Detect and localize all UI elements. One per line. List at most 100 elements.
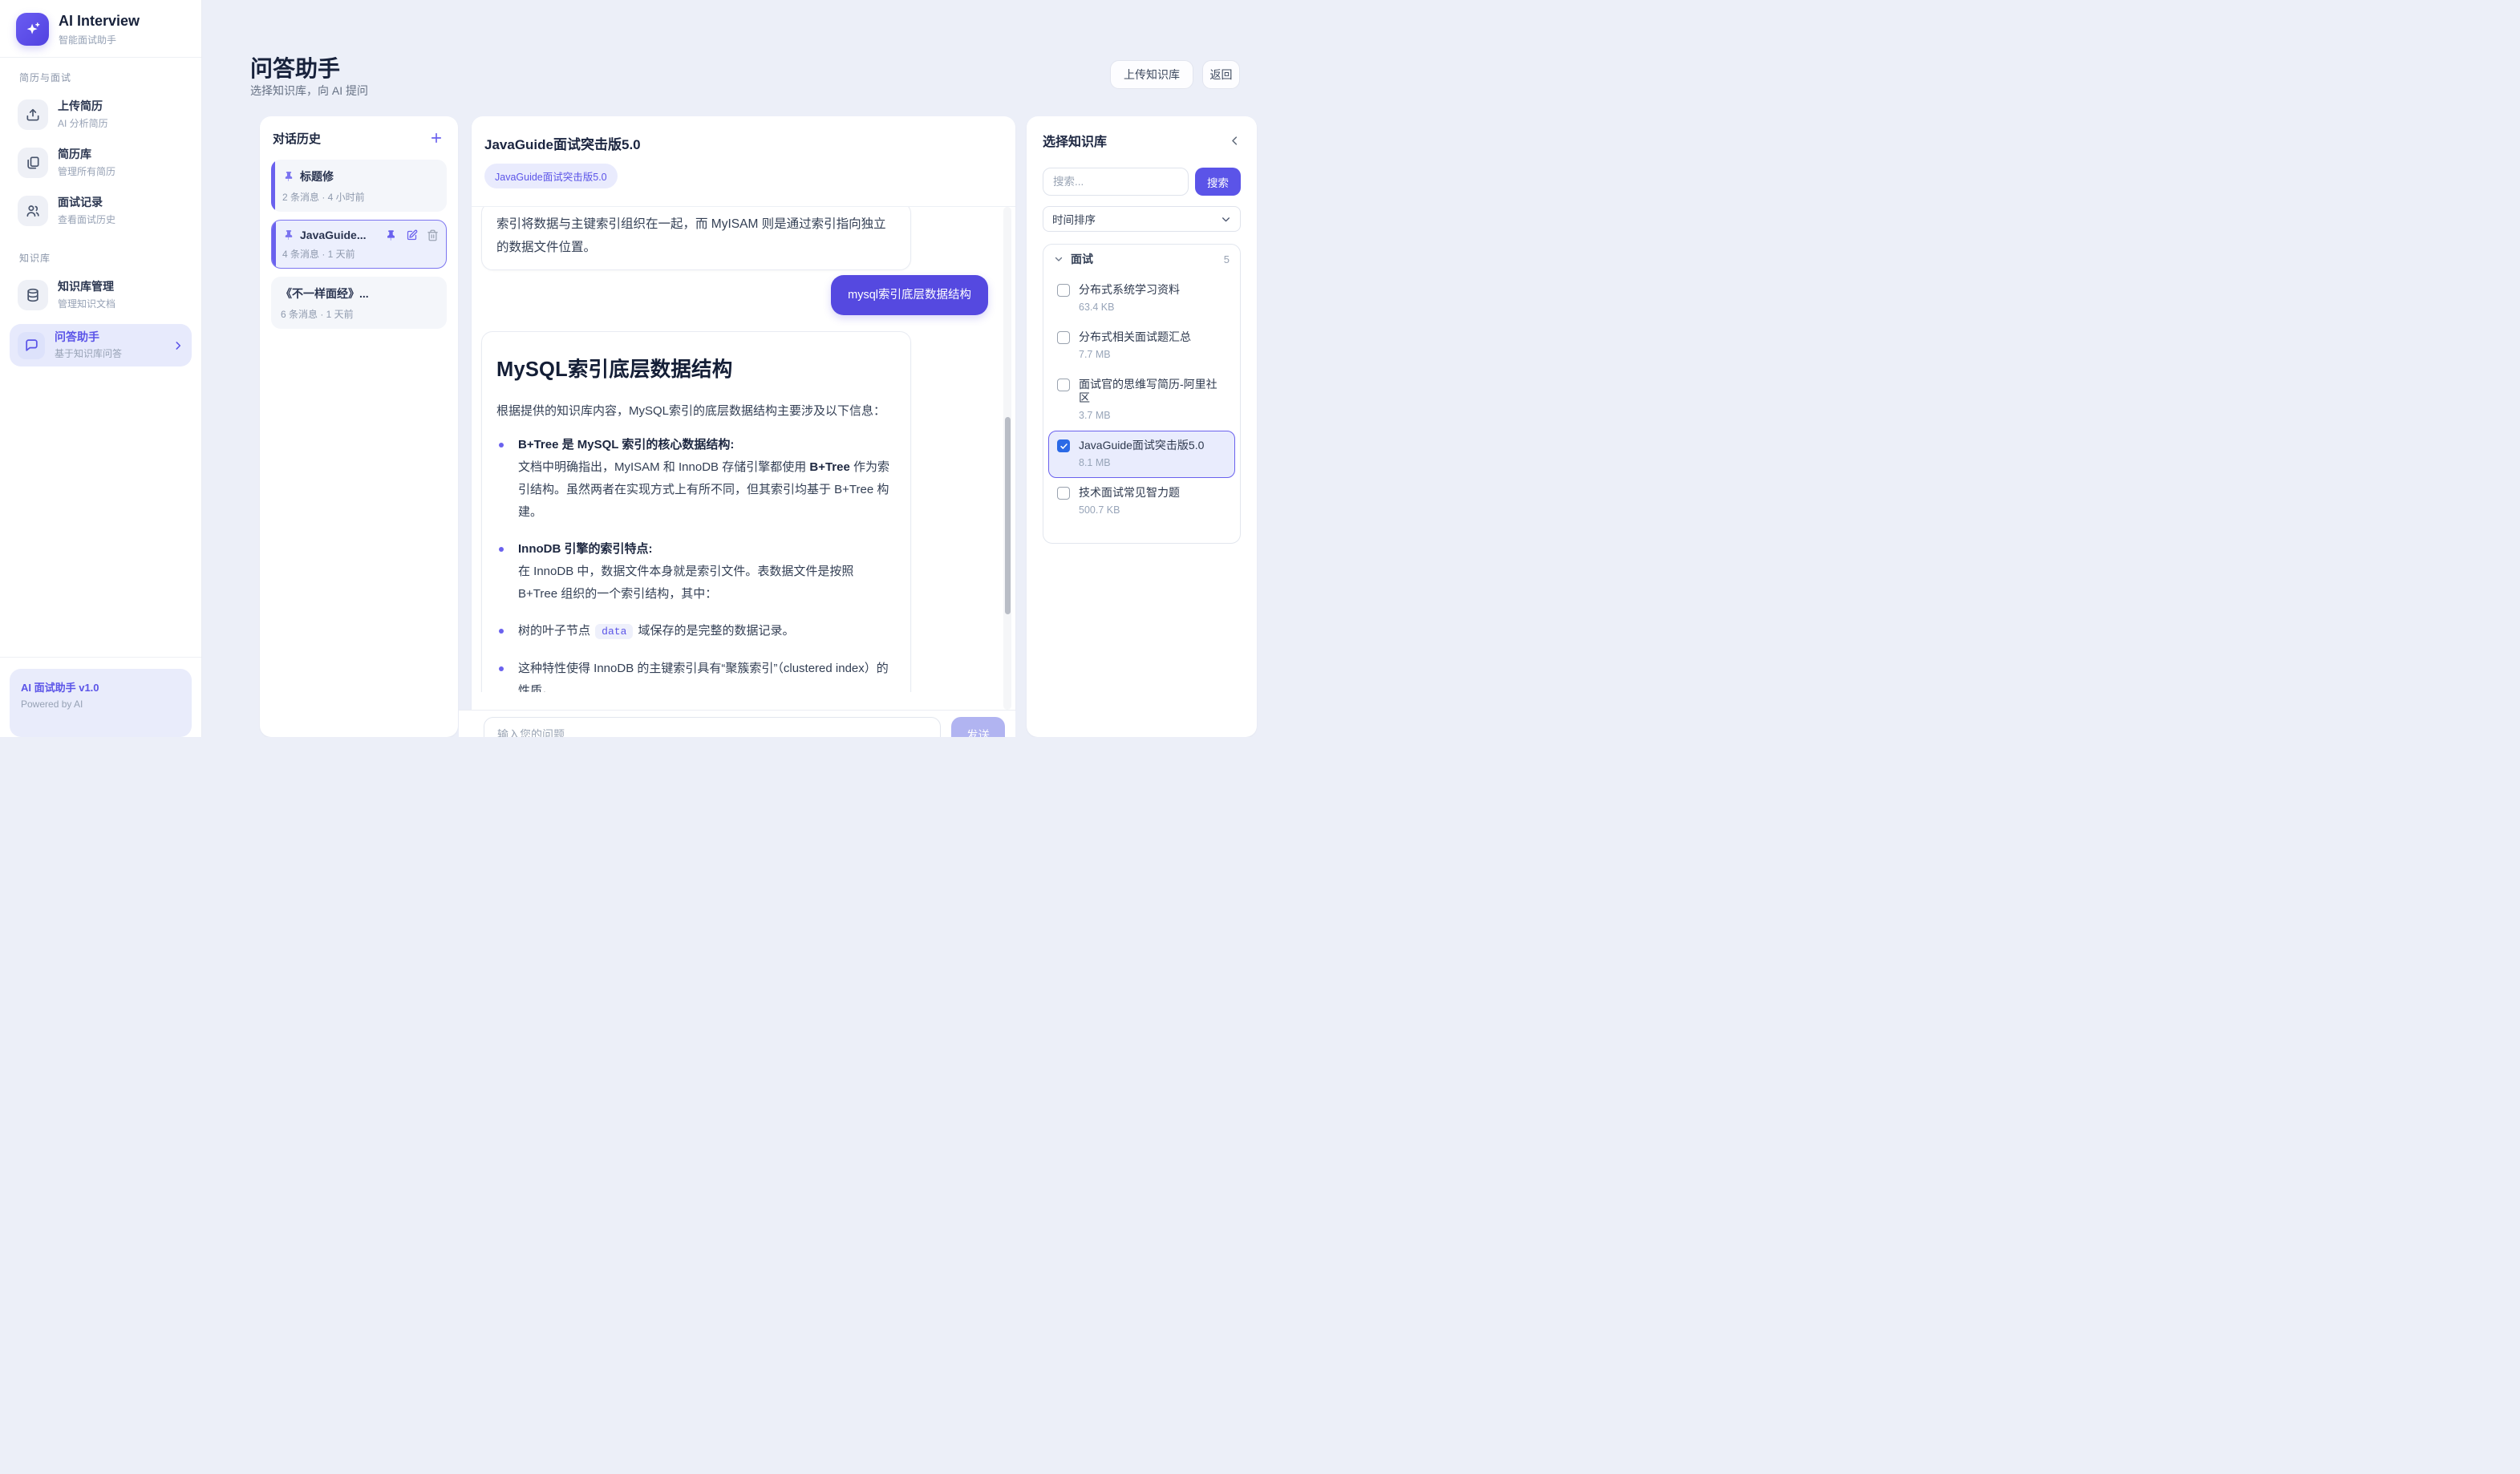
collapse-panel-icon[interactable] <box>1229 135 1241 147</box>
message-text: 索引将数据与主键索引组织在一起，而 MyISAM 则是通过索引指向独立的数据文件… <box>496 213 896 259</box>
checkbox-unchecked[interactable] <box>1057 331 1070 344</box>
bullet-dot <box>499 443 504 447</box>
bullet-dot <box>499 547 504 552</box>
section-label-resume: 简历与面试 <box>0 58 201 86</box>
kb-search-input[interactable] <box>1043 168 1189 196</box>
conversation-meta: 2 条消息 · 4 小时前 <box>282 190 439 204</box>
kb-item-title: 技术面试常见智力题 <box>1079 486 1180 500</box>
sort-select[interactable]: 时间排序 <box>1043 206 1241 232</box>
section-label-knowledge: 知识库 <box>0 230 201 266</box>
sidebar-item-resume-library[interactable]: 简历库 管理所有简历 <box>10 144 192 182</box>
list-item-text: 域保存的是完整的数据记录。 <box>634 624 794 638</box>
powered-by-label: Powered by AI <box>21 699 180 710</box>
pin-icon <box>282 229 295 241</box>
answer-intro: 根据提供的知识库内容，MySQL索引的底层数据结构主要涉及以下信息： <box>496 400 896 423</box>
chevron-right-icon <box>172 340 184 351</box>
kb-item-size: 8.1 MB <box>1079 457 1204 468</box>
trash-icon[interactable] <box>426 229 439 241</box>
database-icon <box>18 280 48 310</box>
kb-group-header[interactable]: 面试 5 <box>1043 245 1240 273</box>
nav-subtitle: 基于知识库问答 <box>55 346 122 360</box>
pin-button-icon[interactable] <box>384 229 397 241</box>
question-input[interactable] <box>484 717 941 737</box>
back-button[interactable]: 返回 <box>1202 60 1240 89</box>
sidebar-item-qa-assistant[interactable]: 问答助手 基于知识库问答 <box>10 324 192 367</box>
scrollbar-thumb[interactable] <box>1005 417 1011 614</box>
inline-code: data <box>595 624 633 639</box>
app-brand: AI Interview 智能面试助手 <box>0 0 201 57</box>
message-text: mysql索引底层数据结构 <box>848 289 971 302</box>
checkbox-unchecked[interactable] <box>1057 379 1070 391</box>
kb-item-size: 500.7 KB <box>1079 504 1180 516</box>
conversation-meta: 6 条消息 · 1 天前 <box>281 307 439 321</box>
version-card: AI 面试助手 v1.0 Powered by AI <box>10 669 192 737</box>
ai-message: MySQL索引底层数据结构 根据提供的知识库内容，MySQL索引的底层数据结构主… <box>481 331 911 692</box>
nav-title: 问答助手 <box>55 330 122 344</box>
app-name: AI Interview <box>59 13 140 30</box>
sidebar-item-kb-management[interactable]: 知识库管理 管理知识文档 <box>10 276 192 314</box>
send-button[interactable]: 发送 <box>951 717 1005 737</box>
kb-item-title: 面试官的思维写简历-阿里社区 <box>1079 378 1226 405</box>
kb-item-size: 3.7 MB <box>1079 410 1226 421</box>
nav-subtitle: 管理所有简历 <box>58 164 115 178</box>
user-message-bubble: mysql索引底层数据结构 <box>831 275 988 315</box>
answer-list: B+Tree 是 MySQL 索引的核心数据结构: 文档中明确指出，MyISAM… <box>496 434 896 692</box>
version-label: AI 面试助手 v1.0 <box>21 679 180 694</box>
conversation-item[interactable]: 《不一样面经》... 6 条消息 · 1 天前 <box>271 277 447 329</box>
chat-header: JavaGuide面试突击版5.0 JavaGuide面试突击版5.0 <box>472 116 1015 207</box>
chat-icon <box>18 332 45 359</box>
checkbox-unchecked[interactable] <box>1057 487 1070 500</box>
kb-item-title: 分布式系统学习资料 <box>1079 283 1180 297</box>
kb-item[interactable]: 面试官的思维写简历-阿里社区 3.7 MB <box>1048 370 1235 431</box>
divider <box>0 657 201 658</box>
kb-item-selected[interactable]: JavaGuide面试突击版5.0 8.1 MB <box>1048 431 1235 478</box>
bullet-dot <box>499 666 504 671</box>
chat-title: JavaGuide面试突击版5.0 <box>484 133 1003 153</box>
kb-group-count: 5 <box>1224 253 1230 265</box>
edit-icon[interactable] <box>405 229 418 241</box>
checkbox-checked[interactable] <box>1057 439 1070 452</box>
new-conversation-button[interactable] <box>427 129 445 147</box>
page-title: 问答助手 <box>250 51 340 83</box>
conversation-title: 标题修 <box>300 168 334 184</box>
colon: : <box>649 542 653 556</box>
upload-kb-button[interactable]: 上传知识库 <box>1110 60 1193 89</box>
sidebar: AI Interview 智能面试助手 简历与面试 上传简历 AI 分析简历 简… <box>0 0 202 737</box>
kb-badge: JavaGuide面试突击版5.0 <box>484 164 618 188</box>
documents-icon <box>18 148 48 178</box>
list-item-strong: InnoDB 引擎的索引特点 <box>518 542 649 556</box>
conversation-item-active[interactable]: JavaGuide... 4 条消息 · 1 天前 <box>271 220 447 269</box>
list-item: 树的叶子节点 data 域保存的是完整的数据记录。 <box>496 620 896 643</box>
sidebar-footer: AI 面试助手 v1.0 Powered by AI <box>0 657 201 737</box>
history-title: 对话历史 <box>273 130 321 147</box>
page-subtitle: 选择知识库，向 AI 提问 <box>250 83 368 99</box>
checkbox-unchecked[interactable] <box>1057 284 1070 297</box>
upload-icon <box>18 99 48 130</box>
conversation-meta: 4 条消息 · 1 天前 <box>282 247 439 261</box>
ai-message-partial: 索引将数据与主键索引组织在一起，而 MyISAM 则是通过索引指向独立的数据文件… <box>481 207 911 270</box>
chevron-down-icon <box>1054 254 1064 264</box>
nav-title: 简历库 <box>58 148 115 161</box>
kb-select-panel: 选择知识库 搜索 时间排序 面试 5 <box>1027 116 1257 737</box>
conversation-item[interactable]: 标题修 2 条消息 · 4 小时前 <box>271 160 447 212</box>
kb-item[interactable]: 分布式相关面试题汇总 7.7 MB <box>1048 322 1235 370</box>
chat-input-bar: 发送 <box>459 710 1015 737</box>
kb-item[interactable]: 分布式系统学习资料 63.4 KB <box>1048 275 1235 322</box>
people-icon <box>18 196 48 226</box>
kb-item[interactable]: 技术面试常见智力题 500.7 KB <box>1048 478 1235 525</box>
sort-selected-value: 时间排序 <box>1052 211 1096 227</box>
list-item-strong: B+Tree 是 MySQL 索引的核心数据结构 <box>518 438 730 452</box>
chevron-down-icon <box>1221 214 1231 225</box>
list-item: 这种特性使得 InnoDB 的主键索引具有“聚簇索引”（clustered in… <box>496 658 896 692</box>
conversation-title: 《不一样面经》... <box>281 285 369 302</box>
kb-search-button[interactable]: 搜索 <box>1195 168 1241 196</box>
colon: : <box>730 438 734 452</box>
nav-title: 面试记录 <box>58 196 115 209</box>
sidebar-item-interview-records[interactable]: 面试记录 查看面试历史 <box>10 192 192 230</box>
app-logo <box>16 13 49 46</box>
nav-title: 知识库管理 <box>58 280 115 294</box>
sidebar-item-upload-resume[interactable]: 上传简历 AI 分析简历 <box>10 95 192 134</box>
messages-scroll-area[interactable]: 索引将数据与主键索引组织在一起，而 MyISAM 则是通过索引指向独立的数据文件… <box>472 207 1015 692</box>
list-item: InnoDB 引擎的索引特点: 在 InnoDB 中，数据文件本身就是索引文件。… <box>496 538 896 605</box>
kb-item-size: 7.7 MB <box>1079 349 1191 360</box>
